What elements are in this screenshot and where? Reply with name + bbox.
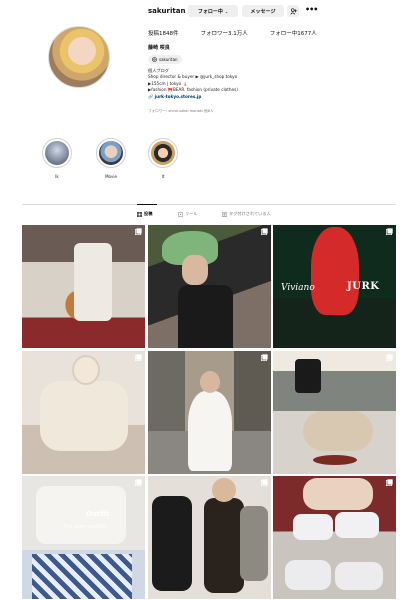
post-photo-detail — [203, 498, 244, 593]
bio-line: Shop director & buyer ▶ @jurk_shop.tokyo — [148, 74, 238, 80]
post-photo-detail — [181, 255, 208, 285]
post-overlay-subtitle: I've worn recently — [64, 525, 107, 530]
carousel-icon — [386, 479, 393, 486]
highlight-cover — [148, 138, 178, 168]
post-photo-detail — [335, 562, 383, 590]
post-photo-detail — [177, 285, 233, 348]
following-button[interactable]: フォロー中 ⌄ — [188, 5, 238, 17]
highlight-label: lk — [55, 174, 59, 179]
carousel-icon — [260, 228, 268, 235]
highlight-cover — [42, 138, 72, 168]
reels-icon — [178, 211, 183, 217]
tab-label: タグ付けされている人 — [229, 211, 271, 216]
carousel-icon — [135, 479, 142, 486]
grid-icon — [137, 211, 142, 217]
post-photo — [303, 478, 373, 510]
threads-handle: sakuritan — [159, 57, 178, 62]
post-tile[interactable] — [22, 350, 145, 474]
profile-stats: 投稿1848件 フォロワー3.1万人 フォロー中1677人 — [148, 29, 317, 37]
post-tile[interactable] — [273, 350, 396, 474]
highlight-item[interactable]: Movie — [94, 138, 128, 179]
post-tile[interactable] — [273, 476, 396, 599]
profile-fullname: 藤崎 咲良 — [148, 45, 170, 51]
post-photo-detail — [285, 560, 331, 590]
post-photo-detail — [335, 512, 379, 538]
highlight-label: Movie — [105, 174, 117, 179]
active-tab-indicator — [137, 204, 157, 205]
message-label: メッセージ — [250, 8, 276, 15]
post-photo — [311, 227, 359, 315]
bio-link[interactable]: 🔗 jurk-tokyo.stores.jp — [148, 94, 238, 100]
post-photo-detail — [32, 554, 132, 599]
post-tile[interactable] — [147, 350, 271, 474]
post-tile[interactable] — [147, 476, 271, 599]
carousel-icon — [260, 353, 268, 361]
post-photo — [74, 243, 112, 321]
add-person-button[interactable] — [287, 5, 299, 17]
post-photo — [40, 380, 128, 451]
add-person-icon — [289, 7, 297, 15]
post-photo — [36, 486, 126, 544]
carousel-icon — [260, 479, 268, 486]
chevron-down-icon: ⌄ — [224, 8, 229, 14]
post-photo-detail — [313, 454, 357, 465]
tab-reels[interactable]: リール — [178, 211, 198, 217]
following-label: フォロー中 — [197, 8, 223, 15]
post-overlay-brand: JURK — [347, 281, 380, 292]
posts-count[interactable]: 投稿1848件 — [148, 29, 179, 37]
post-photo-detail — [239, 506, 268, 581]
bio-line: ▶fashion 🎀BEAR. fashion (private clothes… — [148, 87, 238, 93]
post-overlay-script: Viviano — [281, 283, 315, 293]
carousel-icon — [386, 228, 393, 235]
tab-label: リール — [185, 211, 198, 216]
profile-avatar[interactable] — [48, 26, 110, 88]
post-photo — [273, 370, 396, 411]
threads-badge[interactable]: sakuritan — [148, 55, 182, 64]
highlight-label: lt — [161, 174, 165, 179]
profile-bio: 個人ブログ Shop director & buyer ▶ @jurk_shop… — [148, 68, 238, 100]
post-tile[interactable] — [147, 225, 271, 348]
post-photo-detail — [199, 370, 220, 393]
tab-label: 投稿 — [144, 211, 153, 216]
more-icon[interactable]: ••• — [305, 5, 318, 14]
threads-icon — [152, 57, 157, 62]
post-photo-detail — [187, 390, 232, 471]
tagged-icon — [222, 211, 227, 217]
tabs-divider — [22, 204, 396, 205]
post-photo-detail — [303, 410, 373, 451]
post-photo-detail — [293, 514, 333, 540]
carousel-icon — [135, 353, 142, 361]
profile-tabs: 投稿 リール タグ付けされている人 — [0, 211, 417, 219]
highlight-cover — [96, 138, 126, 168]
post-tile[interactable]: Outfit I've worn recently — [22, 476, 145, 599]
post-tile[interactable] — [22, 225, 145, 348]
carousel-icon — [386, 353, 393, 361]
tab-posts[interactable]: 投稿 — [137, 211, 152, 217]
profile-username: sakuritan — [148, 7, 186, 15]
post-tile[interactable]: Viviano JURK — [273, 225, 396, 348]
post-photo-detail — [211, 478, 236, 502]
post-photo — [151, 496, 192, 591]
following-count[interactable]: フォロー中1677人 — [270, 29, 317, 37]
tab-tagged[interactable]: タグ付けされている人 — [222, 211, 271, 217]
post-photo-detail — [72, 354, 100, 385]
posts-grid: Viviano JURK Outfit I've worn recently — [22, 225, 396, 599]
message-button[interactable]: メッセージ — [242, 5, 284, 17]
post-overlay-title: Outfit — [86, 510, 109, 518]
followers-count[interactable]: フォロワー3.1万人 — [201, 29, 248, 37]
highlight-item[interactable]: lk — [40, 138, 74, 179]
carousel-icon — [135, 228, 142, 235]
followed-by[interactable]: フォロワー: shiroi.sakai monaki 他8人 — [148, 109, 214, 114]
highlight-item[interactable]: lt — [146, 138, 180, 179]
post-photo-detail — [295, 358, 321, 393]
